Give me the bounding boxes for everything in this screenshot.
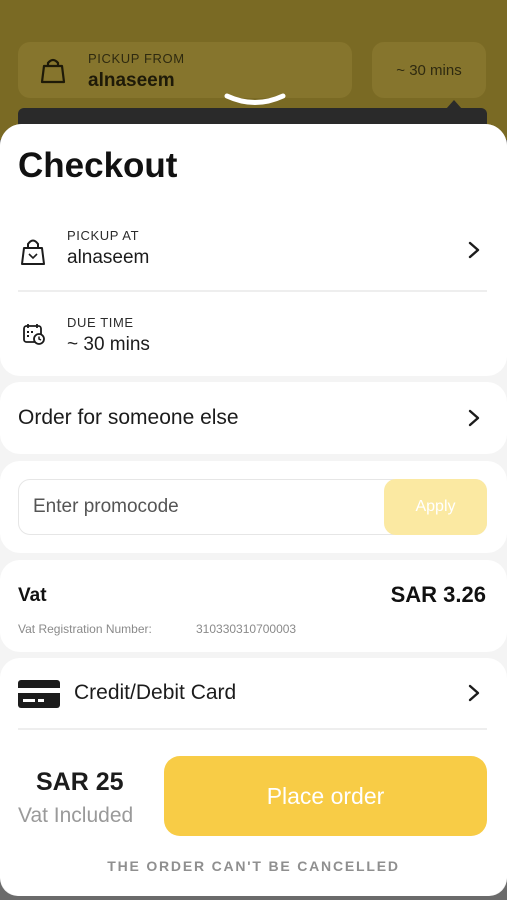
vat-registration-label: Vat Registration Number: bbox=[18, 622, 152, 636]
checkout-sheet: Checkout PICKUP AT alnaseem DUE TIME ~ 3… bbox=[0, 124, 507, 896]
background-pickup-label: PICKUP FROM bbox=[88, 51, 185, 66]
order-for-someone-else-row[interactable]: Order for someone else bbox=[0, 382, 507, 454]
due-time-label: DUE TIME bbox=[67, 315, 134, 330]
pickup-value: alnaseem bbox=[67, 247, 150, 268]
place-order-button[interactable]: Place order bbox=[164, 756, 487, 836]
due-time-value: ~ 30 mins bbox=[67, 334, 150, 355]
promo-card: Apply bbox=[0, 461, 507, 553]
order-total: SAR 25 bbox=[36, 768, 124, 796]
calendar-clock-icon bbox=[23, 324, 45, 345]
payment-method-row[interactable]: Credit/Debit Card bbox=[0, 658, 507, 728]
shopping-bag-icon bbox=[40, 58, 66, 84]
vat-card: Vat SAR 3.26 Vat Registration Number: 31… bbox=[0, 560, 507, 652]
promo-box: Apply bbox=[18, 479, 487, 535]
promocode-input[interactable] bbox=[33, 480, 373, 533]
checkout-details-card: Checkout PICKUP AT alnaseem DUE TIME ~ 3… bbox=[0, 124, 507, 376]
background-pickup-value: alnaseem bbox=[88, 70, 175, 91]
chevron-right-icon bbox=[468, 409, 480, 427]
background-notch bbox=[446, 100, 462, 109]
chevron-down-icon[interactable] bbox=[224, 92, 286, 110]
background-pickup-card: PICKUP FROM alnaseem bbox=[18, 42, 352, 98]
pickup-label: PICKUP AT bbox=[67, 228, 140, 243]
apply-button[interactable]: Apply bbox=[384, 479, 487, 535]
background-time-badge: ~ 30 mins bbox=[372, 42, 486, 98]
credit-card-icon bbox=[18, 680, 60, 708]
page-title: Checkout bbox=[18, 146, 178, 185]
vat-amount: SAR 3.26 bbox=[390, 582, 486, 607]
divider bbox=[18, 728, 487, 730]
order-for-someone-else-label: Order for someone else bbox=[18, 406, 239, 429]
vat-registration-number: 310330310700003 bbox=[196, 622, 297, 636]
vat-included-note: Vat Included bbox=[18, 804, 134, 827]
pickup-row[interactable]: PICKUP AT alnaseem bbox=[0, 216, 507, 288]
cancel-notice: THE ORDER CAN'T BE CANCELLED bbox=[107, 858, 400, 874]
shopping-bag-icon bbox=[21, 239, 45, 265]
vat-label: Vat bbox=[18, 585, 47, 606]
due-time-row: DUE TIME ~ 30 mins bbox=[0, 302, 507, 372]
divider bbox=[18, 290, 487, 292]
payment-method-label: Credit/Debit Card bbox=[74, 681, 237, 704]
chevron-right-icon bbox=[468, 241, 480, 259]
chevron-right-icon bbox=[468, 684, 480, 702]
payment-footer-card: Credit/Debit Card SAR 25 Vat Included Pl… bbox=[0, 658, 507, 896]
